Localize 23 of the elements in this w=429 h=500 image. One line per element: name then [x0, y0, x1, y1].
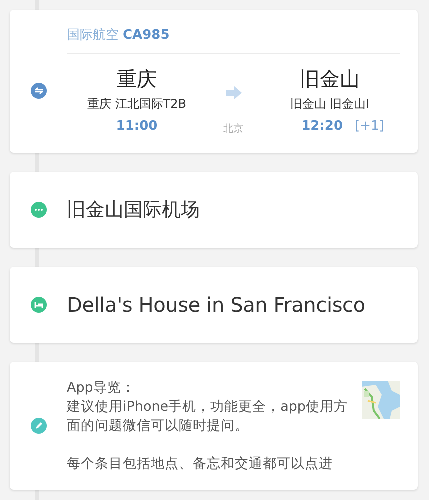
card-background[interactable]: App导览： 建议使用iPhone手机，功能更全，app使用方面的问题微信可以随时提问。 每个条目包括地点、备忘和交通都可以点进 [10, 362, 418, 490]
arrival-time: 12:20 [302, 119, 344, 134]
pencil-icon [30, 418, 46, 434]
card-background[interactable]: 旧金山国际机场 [10, 172, 418, 248]
arrival-city: 旧金山 [300, 66, 360, 93]
note-text: 建议使用iPhone手机，功能更全，app使用方面的问题微信可以随时提问。 [67, 398, 349, 436]
day-offset: [+1] [355, 119, 384, 134]
flight-number: CA985 [123, 28, 170, 43]
arrow-icon [226, 86, 242, 100]
note-text: App导览： [67, 378, 136, 398]
item-title: Della's House in San Francisco [67, 293, 366, 317]
card-background[interactable]: 国际航空 CA985 重庆 重庆 江北国际T2B 11:00 北京 旧金山 旧金山 旧金山I 12:20 [+1] [10, 10, 418, 153]
departure-airport: 重庆 江北国际T2B [87, 96, 186, 113]
departure-city: 重庆 [117, 66, 157, 93]
item-title: 旧金山国际机场 [67, 199, 200, 221]
bed-icon [30, 297, 46, 313]
card-background[interactable]: Della's House in San Francisco [10, 267, 418, 343]
arrival-airport: 旧金山 旧金山I [290, 96, 370, 113]
airline-name: 国际航空 [67, 28, 119, 43]
departure-time: 11:00 [116, 119, 158, 134]
stopover-city: 北京 [224, 122, 244, 136]
more-icon [30, 202, 46, 218]
note-text: 每个条目包括地点、备忘和交通都可以点进 [67, 454, 334, 474]
